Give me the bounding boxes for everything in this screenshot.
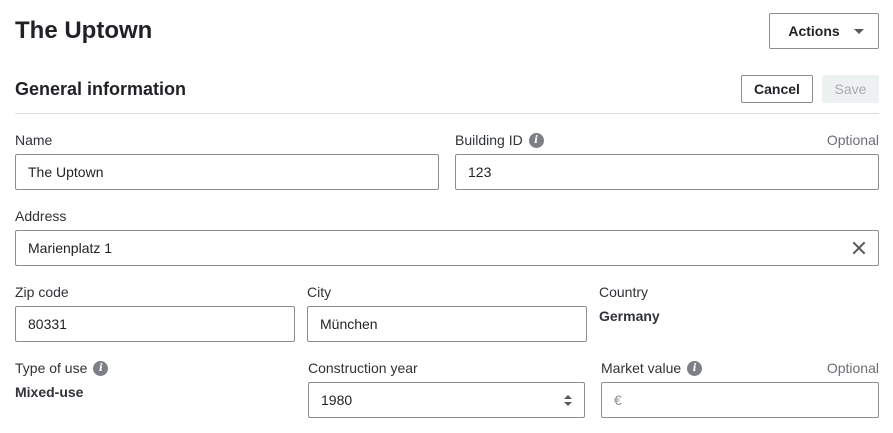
building-id-input[interactable]: 123: [455, 154, 879, 190]
page-title: The Uptown: [15, 17, 153, 44]
building-id-optional: Optional: [826, 132, 879, 148]
currency-symbol: €: [614, 392, 622, 408]
construction-year-input-value: 1980: [321, 392, 353, 408]
country-value: Germany: [599, 308, 660, 324]
stepper-up-icon[interactable]: [564, 394, 572, 399]
actions-button-label: Actions: [788, 23, 840, 39]
save-button[interactable]: Save: [822, 75, 879, 103]
close-icon[interactable]: [852, 241, 866, 255]
city-label: City: [307, 284, 332, 300]
market-value-label: Market value i: [601, 359, 703, 377]
city-input[interactable]: München: [307, 306, 587, 342]
name-input-value: The Uptown: [28, 164, 104, 180]
actions-button[interactable]: Actions: [769, 13, 879, 49]
country-label: Country: [599, 284, 649, 300]
chevron-down-icon: [853, 28, 864, 34]
market-value-optional: Optional: [826, 360, 879, 376]
construction-year-label: Construction year: [308, 360, 418, 376]
info-icon[interactable]: i: [93, 360, 109, 376]
name-input[interactable]: The Uptown: [15, 154, 439, 190]
zip-code-label: Zip code: [15, 284, 69, 300]
info-icon[interactable]: i: [687, 360, 703, 376]
type-of-use-label: Type of use i: [15, 359, 109, 377]
building-id-input-value: 123: [468, 164, 492, 180]
address-input[interactable]: Marienplatz 1: [15, 230, 879, 266]
address-label: Address: [15, 208, 67, 224]
market-value-input[interactable]: €: [601, 382, 879, 418]
city-input-value: München: [320, 316, 378, 332]
building-id-label: Building ID i: [455, 131, 544, 149]
cancel-button[interactable]: Cancel: [741, 75, 813, 103]
info-icon[interactable]: i: [528, 132, 544, 148]
construction-year-input[interactable]: 1980: [308, 382, 585, 418]
address-input-value: Marienplatz 1: [28, 240, 113, 256]
zip-code-input[interactable]: 80331: [15, 306, 295, 342]
stepper-down-icon[interactable]: [564, 401, 572, 406]
type-of-use-value: Mixed-use: [15, 384, 84, 400]
section-title: General information: [15, 79, 187, 99]
name-label: Name: [15, 132, 53, 148]
section-divider: [15, 113, 879, 114]
stepper-icon[interactable]: [564, 394, 572, 406]
zip-code-input-value: 80331: [28, 316, 67, 332]
